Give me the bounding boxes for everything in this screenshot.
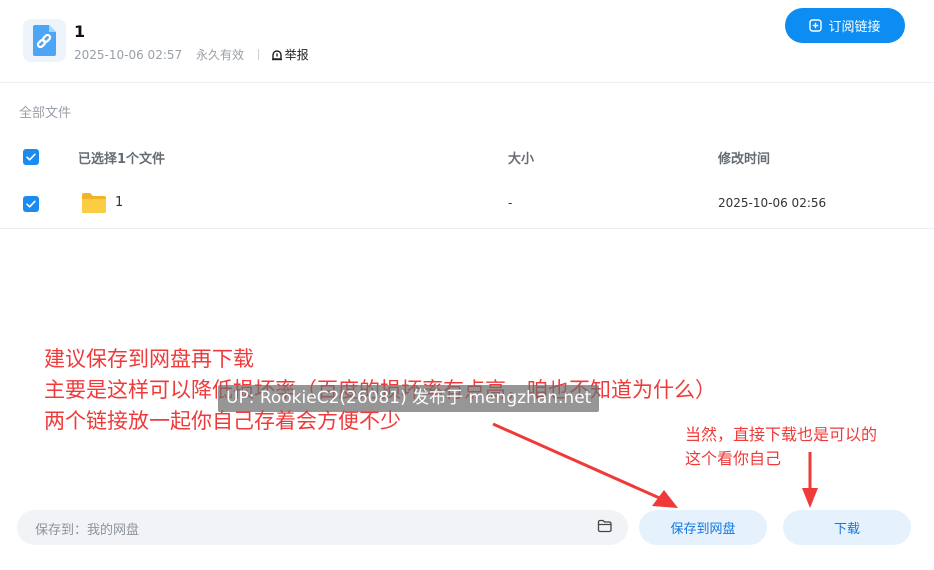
annotation-arrows (492, 422, 818, 508)
save-path-label: 保存到：我的网盘 (35, 523, 140, 538)
download-button-label: 下载 (833, 522, 860, 537)
arrow-to-save-button (492, 422, 678, 508)
download-button[interactable]: 下载 (783, 510, 911, 545)
arrow-to-download-button (802, 452, 818, 508)
folder-outline-icon[interactable] (597, 519, 612, 533)
save-to-netdisk-button[interactable]: 保存到网盘 (639, 510, 767, 545)
save-path-field[interactable]: 保存到：我的网盘 (17, 510, 628, 545)
save-button-label: 保存到网盘 (670, 522, 736, 537)
